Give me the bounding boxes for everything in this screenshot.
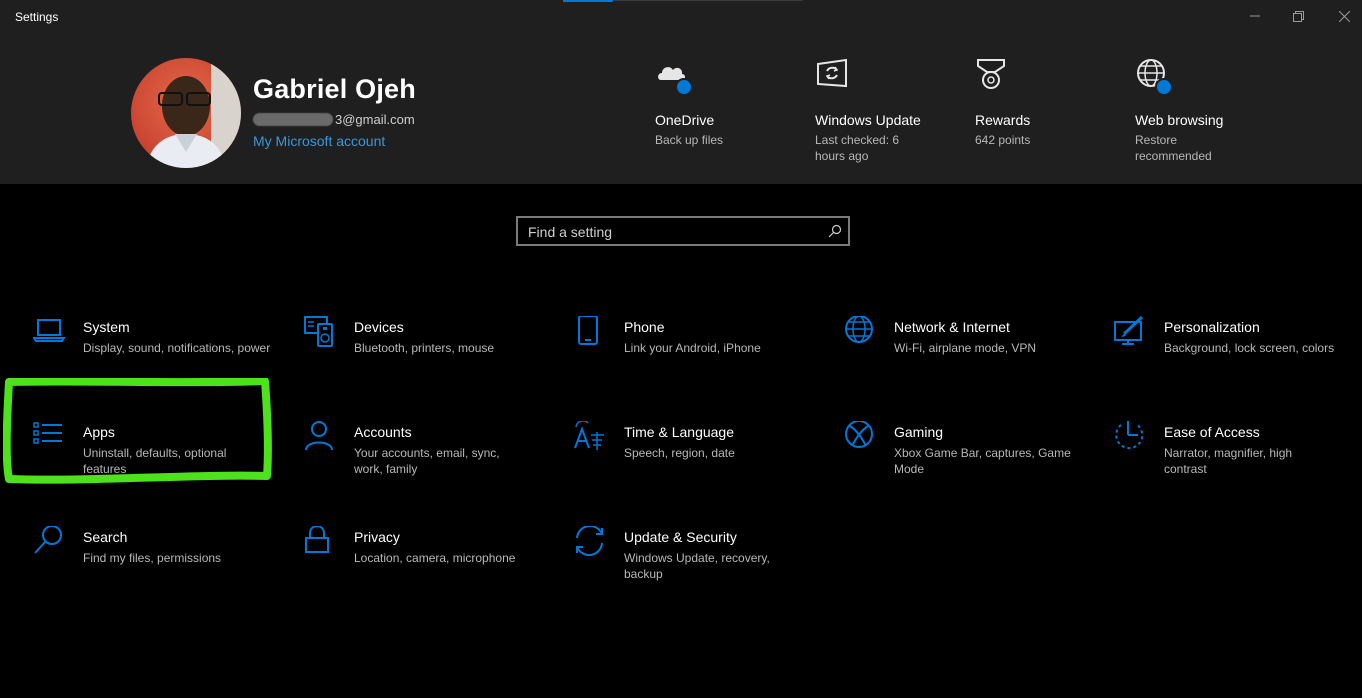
category-phone[interactable]: Phone Link your Android, iPhone — [574, 315, 834, 411]
category-description: Display, sound, notifications, power — [83, 341, 271, 355]
category-search[interactable]: Search Find my files, permissions — [33, 525, 293, 621]
category-description: Xbox Game Bar, captures, Game Mode — [894, 446, 1071, 476]
globe-icon — [1135, 58, 1173, 96]
windows-update-icon — [815, 58, 851, 94]
quick-link-rewards[interactable]: Rewards 642 points — [975, 58, 1125, 148]
category-description: Location, camera, microphone — [354, 551, 516, 565]
category-description: Uninstall, defaults, optional features — [83, 446, 227, 476]
category-description: Narrator, magnifier, high contrast — [1164, 446, 1293, 476]
personalization-icon — [1114, 315, 1148, 350]
category-description: Background, lock screen, colors — [1164, 341, 1335, 355]
category-label: Devices — [354, 319, 404, 335]
phone-icon — [574, 315, 608, 350]
category-label: Time & Language — [624, 424, 734, 440]
person-icon — [304, 421, 338, 455]
avatar[interactable] — [131, 58, 241, 168]
close-button[interactable] — [1321, 0, 1362, 32]
category-label: Update & Security — [624, 529, 737, 545]
xbox-icon — [844, 420, 878, 455]
category-description: Wi-Fi, airplane mode, VPN — [894, 341, 1037, 355]
category-description: Your accounts, email, sync, work, family — [354, 446, 500, 476]
my-microsoft-account-link[interactable]: My Microsoft account — [253, 133, 385, 149]
category-privacy[interactable]: Privacy Location, camera, microphone — [304, 525, 564, 621]
category-description: Bluetooth, printers, mouse — [354, 341, 495, 355]
devices-icon — [304, 316, 338, 350]
quick-link-label: Rewards — [975, 112, 1031, 128]
category-system[interactable]: System Display, sound, notifications, po… — [32, 316, 293, 411]
minimize-button[interactable] — [1232, 0, 1278, 32]
globe-icon — [844, 315, 878, 350]
lock-icon — [304, 525, 338, 560]
ease-of-access-icon — [1114, 421, 1148, 455]
quick-link-sub: Last checked: 6 hours ago — [815, 133, 900, 163]
category-label: Phone — [624, 319, 665, 335]
category-label: Privacy — [354, 529, 400, 545]
category-ease-of-access[interactable]: Ease of Access Narrator, magnifier, high… — [1114, 421, 1354, 516]
category-label: Network & Internet — [894, 319, 1010, 335]
category-label: System — [83, 319, 130, 335]
category-label: Accounts — [354, 424, 412, 440]
title-bar: Settings — [0, 0, 1362, 32]
category-description: Find my files, permissions — [83, 551, 222, 565]
category-personalization[interactable]: Personalization Background, lock screen,… — [1114, 315, 1354, 411]
category-description: Speech, region, date — [624, 446, 735, 460]
sync-icon — [574, 524, 608, 560]
quick-link-label: OneDrive — [655, 112, 715, 128]
search-icon — [828, 224, 842, 243]
quick-link-web-browsing[interactable]: Web browsing Restore recommended — [1135, 58, 1240, 164]
category-label: Search — [83, 529, 128, 545]
settings-header: Gabriel Ojeh 3@gmail.com My Microsoft ac… — [0, 32, 1362, 184]
close-icon — [1338, 10, 1350, 22]
quick-link-sub: Restore recommended — [1135, 133, 1212, 163]
user-name: Gabriel Ojeh — [253, 74, 416, 104]
category-gaming[interactable]: Gaming Xbox Game Bar, captures, Game Mod… — [844, 420, 1104, 516]
quick-link-sub: 642 points — [975, 133, 1031, 147]
onedrive-icon — [655, 58, 693, 96]
title-bar-divider — [613, 0, 803, 1]
time-language-icon — [574, 420, 608, 455]
quick-link-label: Windows Update — [815, 112, 921, 128]
category-label: Personalization — [1164, 319, 1260, 335]
title-bar-accent — [563, 0, 613, 2]
minimize-icon — [1250, 15, 1260, 17]
quick-link-sub: Back up files — [655, 133, 724, 147]
category-apps[interactable]: Apps Uninstall, defaults, optional featu… — [33, 421, 293, 516]
category-label: Ease of Access — [1164, 424, 1260, 440]
category-accounts[interactable]: Accounts Your accounts, email, sync, wor… — [304, 421, 564, 516]
laptop-icon — [32, 316, 67, 350]
maximize-button[interactable] — [1275, 0, 1321, 32]
quick-link-onedrive[interactable]: OneDrive Back up files — [655, 58, 805, 148]
search-placeholder: Find a setting — [528, 224, 613, 240]
category-description: Link your Android, iPhone — [624, 341, 761, 355]
category-label: Gaming — [894, 424, 944, 440]
search-icon — [33, 525, 67, 560]
user-email-text: 3@gmail.com — [335, 112, 415, 127]
restore-icon — [1292, 10, 1304, 22]
category-description: Windows Update, recovery, backup — [624, 551, 770, 581]
window-title: Settings — [15, 10, 59, 24]
user-email: 3@gmail.com — [253, 112, 415, 127]
rewards-icon — [975, 58, 1011, 94]
category-devices[interactable]: Devices Bluetooth, printers, mouse — [304, 316, 564, 411]
category-time-language[interactable]: Time & Language Speech, region, date — [574, 420, 834, 516]
profile-photo — [131, 58, 241, 168]
category-network-internet[interactable]: Network & Internet Wi-Fi, airplane mode,… — [844, 315, 1104, 411]
apps-list-icon — [33, 421, 67, 455]
quick-link-windows-update[interactable]: Windows Update Last checked: 6 hours ago — [815, 58, 930, 164]
find-a-setting-input[interactable]: Find a setting — [516, 216, 850, 246]
category-label: Apps — [83, 424, 115, 440]
category-update-security[interactable]: Update & Security Windows Update, recove… — [574, 524, 834, 621]
quick-link-label: Web browsing — [1135, 112, 1224, 128]
email-redaction — [253, 113, 333, 126]
